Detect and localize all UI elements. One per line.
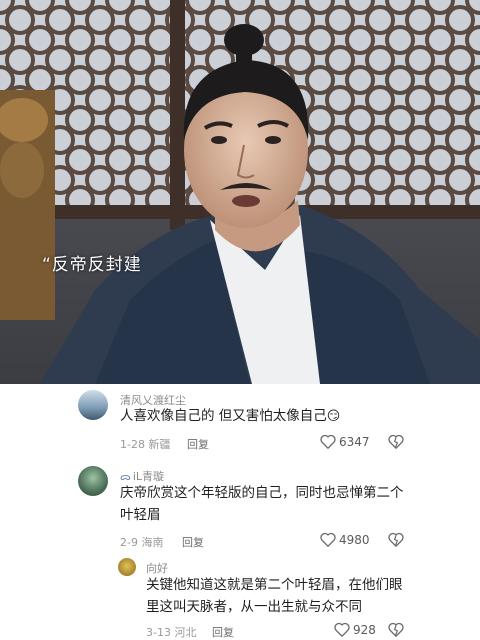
comment-text-line: 叶轻眉 [120,507,161,523]
comment-text: 关键他知道这就是第二个叶轻眉，在他们眼 里这叫天脉者，从一出生就与众不同 [146,574,446,618]
like-count: 4980 [339,532,370,547]
comment-location: 新疆 [148,438,171,451]
like-count: 6347 [339,434,370,449]
video-subtitle: “反帝反封建 [42,255,142,275]
comment-location: 海南 [141,536,164,549]
comment-meta: 3-13 河北 [146,624,196,640]
dislike-button[interactable] [388,532,404,551]
like-button[interactable]: 928 [334,622,376,637]
comment-text: 人喜欢像自己的 但又害怕太像自己😏 [120,405,340,428]
comment-text-line: 里这叫天脉者，从一出生就与众不同 [146,599,362,615]
avatar[interactable] [78,390,108,420]
video-frame[interactable]: “反帝反封建 [0,0,480,384]
comment-list[interactable]: 清风乂渡红尘 人喜欢像自己的 但又害怕太像自己😏 1-28 新疆 回复 6347… [0,384,480,640]
comment-text-line: 庆帝欣赏这个年轻版的自己，同时也忌惮第二个 [120,485,404,501]
comment-date: 2-9 [120,536,138,549]
comment-item: ᯅ iL青璇 庆帝欣赏这个年轻版的自己，同时也忌惮第二个 叶轻眉 2-9 海南 回… [0,464,480,554]
reply-button[interactable]: 回复 [212,624,234,640]
avatar[interactable] [118,558,136,576]
smirk-emoji-icon: 😏 [326,409,341,424]
like-button[interactable]: 6347 [320,434,370,449]
comment-item: 清风乂渡红尘 人喜欢像自己的 但又害怕太像自己😏 1-28 新疆 回复 6347 [0,384,480,454]
dislike-button[interactable] [388,622,404,640]
broken-heart-icon [388,434,404,450]
comment-date: 1-28 [120,438,145,451]
like-button[interactable]: 4980 [320,532,370,547]
reply-button[interactable]: 回复 [187,436,209,452]
broken-heart-icon [388,532,404,548]
heart-outline-icon [334,622,350,637]
comment-meta: 2-9 海南 [120,534,163,550]
reply-button[interactable]: 回复 [182,534,204,550]
heart-outline-icon [320,434,336,449]
video-still [0,0,480,384]
like-count: 928 [353,622,376,637]
broken-heart-icon [388,622,404,638]
comment-text-line: 关键他知道这就是第二个叶轻眉，在他们眼 [146,577,403,593]
comment-date: 3-13 [146,626,171,639]
comment-text-content: 人喜欢像自己的 但又害怕太像自己 [120,408,327,424]
comment-meta: 1-28 新疆 [120,436,170,452]
comment-text: 庆帝欣赏这个年轻版的自己，同时也忌惮第二个 叶轻眉 [120,482,440,526]
comment-location: 河北 [174,626,197,639]
dislike-button[interactable] [388,434,404,453]
comment-item: 向好 关键他知道这就是第二个叶轻眉，在他们眼 里这叫天脉者，从一出生就与众不同 … [0,556,480,640]
avatar[interactable] [78,466,108,496]
heart-outline-icon [320,532,336,547]
